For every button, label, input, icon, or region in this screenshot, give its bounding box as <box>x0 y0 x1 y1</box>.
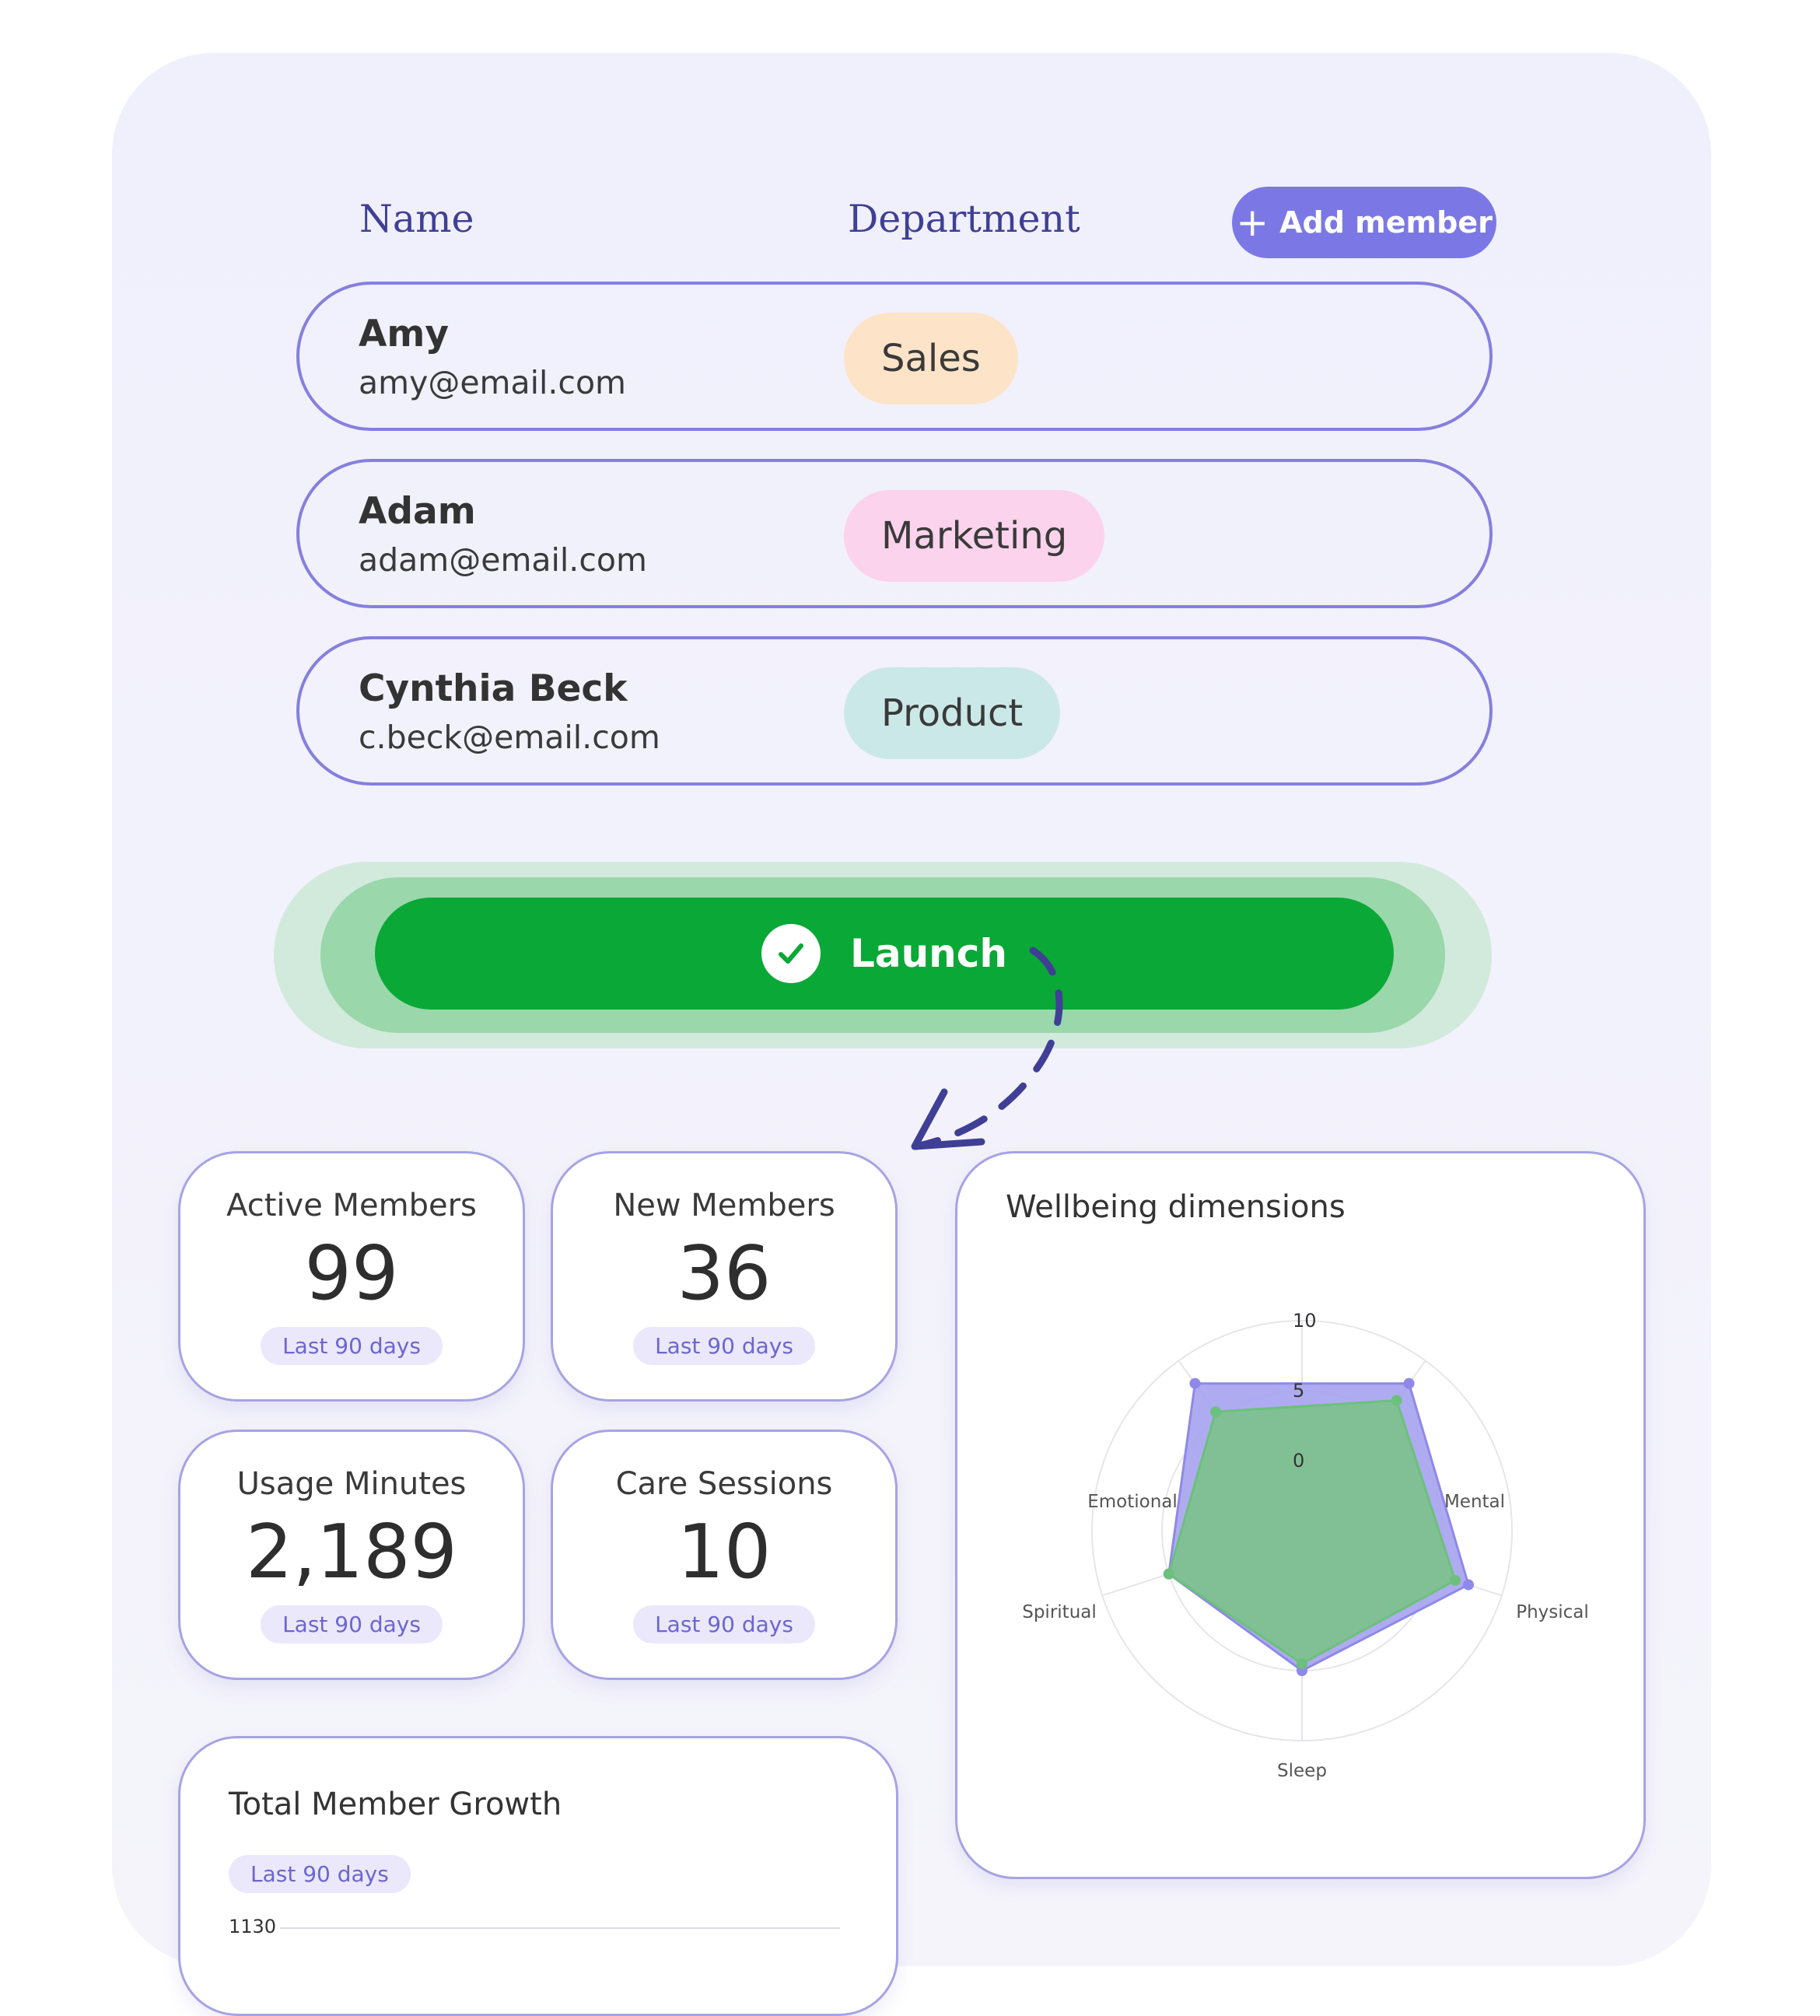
period-badge: Last 90 days <box>229 1855 411 1893</box>
radar-axis-label: Spiritual <box>1022 1602 1097 1622</box>
wellbeing-radar-card: Wellbeing dimensions 0 5 10 Mental Physical S… <box>955 1151 1646 1879</box>
radar-data-point <box>1403 1377 1415 1389</box>
stat-card-usage-minutes: Usage Minutes 2,189 Last 90 days <box>178 1430 525 1680</box>
period-badge: Last 90 days <box>261 1327 443 1365</box>
radar-axis-label: Mental <box>1444 1492 1505 1512</box>
radar-tick-label: 10 <box>1293 1310 1317 1332</box>
radar-axis-label: Physical <box>1516 1602 1589 1622</box>
radar-axis-label: Emotional <box>1087 1492 1178 1512</box>
radar-chart: 0 5 10 Mental Physical Sleep Spiritual Emotiona… <box>1022 1310 1589 1781</box>
period-badge: Last 90 days <box>633 1327 815 1365</box>
radar-data-point <box>1189 1377 1201 1389</box>
stat-label: Usage Minutes <box>236 1466 467 1502</box>
radar-data-point <box>1209 1406 1221 1418</box>
radar-data-point <box>1163 1568 1174 1580</box>
period-badge: Last 90 days <box>633 1605 815 1643</box>
stat-label: New Members <box>613 1188 835 1223</box>
stat-card-active-members: Active Members 99 Last 90 days <box>178 1151 525 1402</box>
stat-value: 10 <box>677 1510 772 1595</box>
radar-data-point <box>1391 1395 1402 1406</box>
stat-label: Care Sessions <box>615 1466 833 1502</box>
gridline <box>280 1927 840 1929</box>
stat-value: 2,189 <box>246 1510 457 1595</box>
radar-tick-label: 0 <box>1293 1450 1304 1472</box>
radar-axis-label: Sleep <box>1277 1761 1327 1781</box>
stat-value: 99 <box>304 1231 399 1317</box>
member-growth-card: Total Member Growth Last 90 days 1130 <box>178 1736 898 2016</box>
stat-card-new-members: New Members 36 Last 90 days <box>551 1151 898 1402</box>
stat-value: 36 <box>677 1231 772 1317</box>
radar-data-point <box>1462 1579 1474 1591</box>
radar-data-point <box>1297 1658 1307 1669</box>
chart-title: Total Member Growth <box>229 1787 562 1822</box>
radar-tick-label: 5 <box>1293 1380 1304 1402</box>
period-badge: Last 90 days <box>261 1605 443 1643</box>
y-tick-label: 1130 <box>229 1916 277 1937</box>
stat-card-care-sessions: Care Sessions 10 Last 90 days <box>551 1430 898 1680</box>
stat-label: Active Members <box>226 1188 477 1223</box>
radar-data-point <box>1449 1574 1461 1586</box>
